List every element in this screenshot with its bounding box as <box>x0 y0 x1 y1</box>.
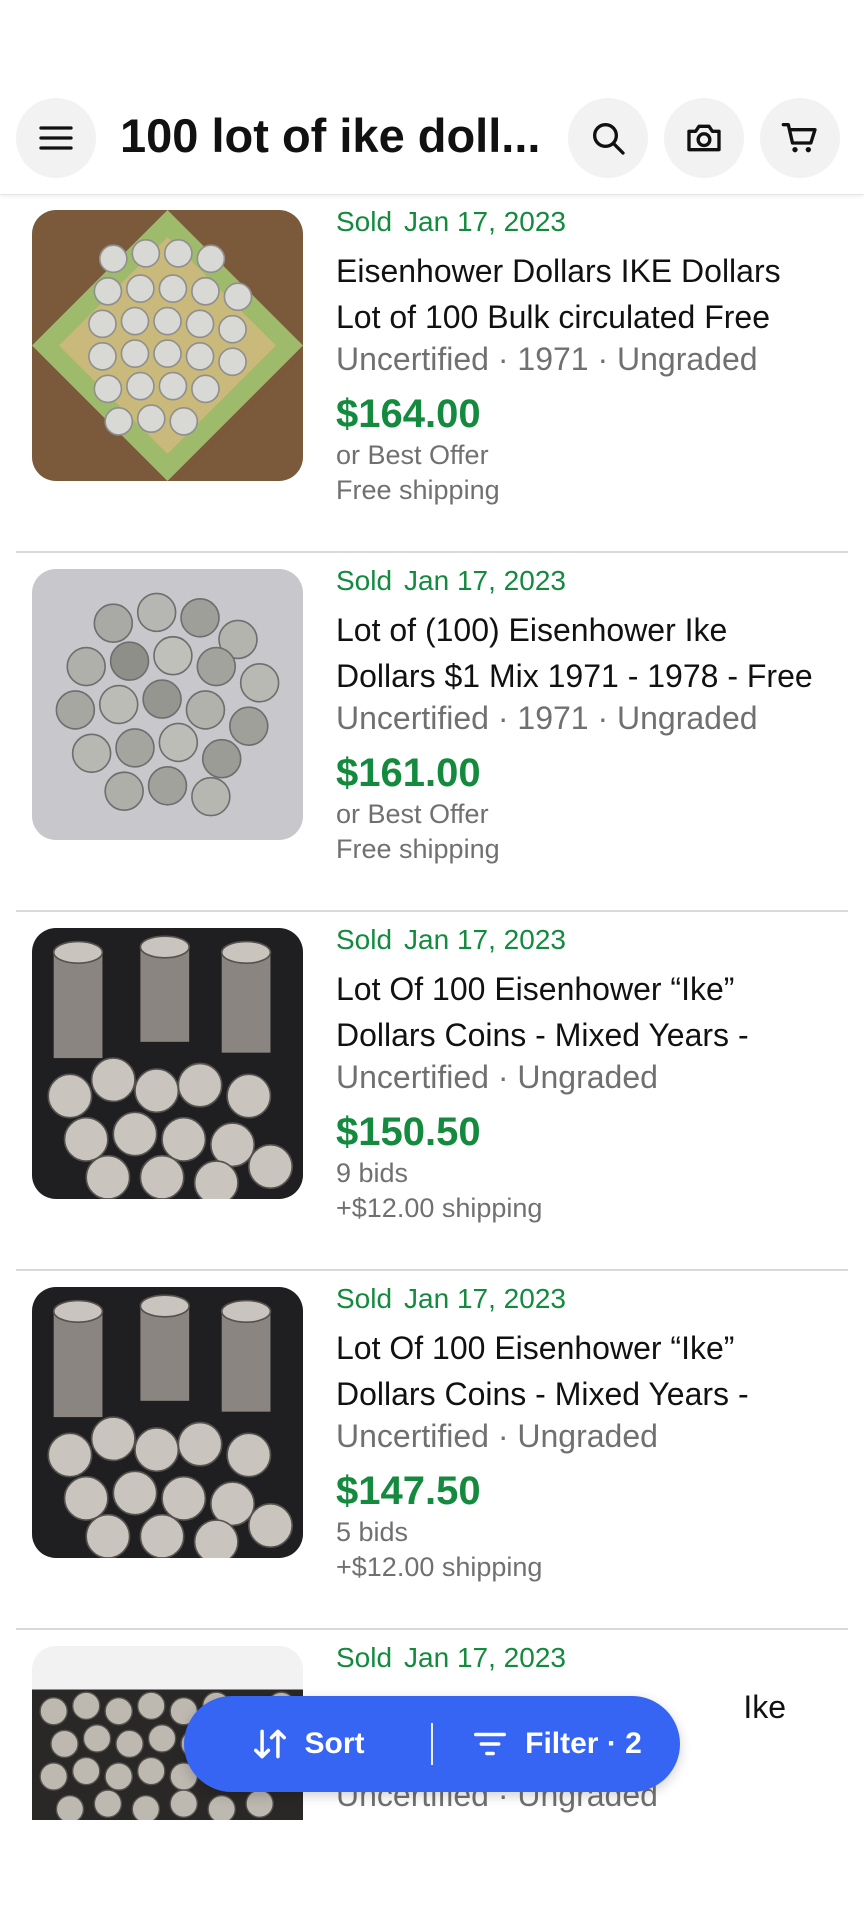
camera-search-button[interactable] <box>664 98 744 178</box>
sold-label: Sold <box>336 565 393 596</box>
filter-button[interactable]: Filter · 2 <box>433 1696 680 1792</box>
listing-title[interactable]: Lot Of 100 Eisenhower “Ike” Dollars Coin… <box>336 966 846 1058</box>
camera-icon <box>687 124 721 152</box>
sold-status: Sold Jan 17, 2023 <box>336 206 846 242</box>
listing-title[interactable]: Eisenhower Dollars IKE Dollars Lot of 10… <box>336 248 846 340</box>
listing-title-line2: Lot of 100 Bulk circulated Free <box>336 299 771 335</box>
listing-title-line2: Dollars $1 Mix 1971 - 1978 - Free <box>336 658 813 694</box>
listing-bids: 9 bids <box>336 1158 409 1188</box>
listing-item[interactable]: Sold Jan 17, 2023 Lot Of 100 Eisenhower “… <box>0 1271 864 1630</box>
search-icon <box>593 123 625 155</box>
listing-shipping: Free shipping <box>336 475 500 505</box>
sold-date: Jan 17, 2023 <box>404 565 566 596</box>
listing-title[interactable]: Lot of (100) Eisenhower Ike Dollars $1 M… <box>336 607 846 699</box>
listing-title-line1: Eisenhower Dollars IKE Dollars <box>336 253 781 289</box>
listing-bids: 5 bids <box>336 1517 409 1547</box>
listing-thumbnail[interactable] <box>32 210 303 481</box>
sold-date: Jan 17, 2023 <box>404 206 566 237</box>
coin-photo-icon <box>32 928 303 1199</box>
sold-label: Sold <box>336 206 393 237</box>
listing-meta: Uncertified · Ungraded <box>336 1059 658 1095</box>
listing-title-line1: Lot Of 100 Eisenhower “Ike” <box>336 971 735 1007</box>
sold-status: Sold Jan 17, 2023 <box>336 1283 846 1319</box>
listing-offer-info: or Best Offer <box>336 799 489 829</box>
cart-icon <box>781 123 817 153</box>
filter-label: Filter · 2 <box>525 1727 642 1760</box>
divider <box>431 1723 433 1765</box>
listing-shipping: +$12.00 shipping <box>336 1193 543 1223</box>
sold-status: Sold Jan 17, 2023 <box>336 1642 846 1678</box>
coin-photo-icon <box>32 1287 303 1558</box>
listing-title-line1: Lot Of 100 Eisenhower “Ike” <box>336 1330 735 1366</box>
listing-price: $147.50 <box>336 1469 481 1513</box>
listing-info: Sold Jan 17, 2023 Eisenhower Dollars IKE … <box>336 206 846 508</box>
listing-meta: Uncertified · 1971 · Ungraded <box>336 700 758 736</box>
listing-item[interactable]: Sold Jan 17, 2023 Eisenhower Dollars IKE … <box>0 194 864 553</box>
search-query-title[interactable]: 100 lot of ike doll... <box>120 104 550 168</box>
listing-offer-info: or Best Offer <box>336 440 489 470</box>
listing-shipping: Free shipping <box>336 834 500 864</box>
sort-filter-bar: Sort Filter · 2 <box>184 1696 680 1792</box>
listing-meta: Uncertified · 1971 · Ungraded <box>336 341 758 377</box>
listing-thumbnail[interactable] <box>32 569 303 840</box>
listing-shipping: +$12.00 shipping <box>336 1552 543 1582</box>
sold-label: Sold <box>336 924 393 955</box>
sold-date: Jan 17, 2023 <box>404 924 566 955</box>
listing-title[interactable]: Lot Of 100 Eisenhower “Ike” Dollars Coin… <box>336 1325 846 1417</box>
sold-date: Jan 17, 2023 <box>404 1642 566 1673</box>
listing-price: $164.00 <box>336 392 481 436</box>
sort-label: Sort <box>304 1727 365 1760</box>
sold-date: Jan 17, 2023 <box>404 1283 566 1314</box>
search-button[interactable] <box>568 98 648 178</box>
listing-item[interactable]: Sold Jan 17, 2023 Lot Of 100 Eisenhower “… <box>0 912 864 1271</box>
listing-info: Sold Jan 17, 2023 Lot Of 100 Eisenhower “… <box>336 1283 846 1585</box>
listing-thumbnail[interactable] <box>32 1287 303 1558</box>
menu-button[interactable] <box>16 98 96 178</box>
listing-title-line1: Lot of (100) Eisenhower Ike <box>336 612 728 648</box>
sold-label: Sold <box>336 1283 393 1314</box>
search-header: 100 lot of ike doll... <box>0 0 864 195</box>
coin-photo-icon <box>32 569 303 840</box>
results-list: Sold Jan 17, 2023 Eisenhower Dollars IKE … <box>0 194 864 1850</box>
cart-button[interactable] <box>760 98 840 178</box>
listing-thumbnail[interactable] <box>32 928 303 1199</box>
sold-status: Sold Jan 17, 2023 <box>336 924 846 960</box>
listing-price: $161.00 <box>336 751 481 795</box>
listing-info: Sold Jan 17, 2023 Lot of (100) Eisenhower… <box>336 565 846 867</box>
filter-icon <box>474 1732 507 1756</box>
menu-icon <box>39 126 73 150</box>
sort-arrows-icon <box>253 1729 286 1759</box>
listing-price: $150.50 <box>336 1110 481 1154</box>
listing-info: Sold Jan 17, 2023 Lot Of 100 Eisenhower “… <box>336 924 846 1226</box>
coin-photo-icon <box>32 210 303 481</box>
listing-title-line2: Dollars Coins - Mixed Years - <box>336 1017 749 1053</box>
listing-meta: Uncertified · Ungraded <box>336 1418 658 1454</box>
listing-item[interactable]: Sold Jan 17, 2023 Lot of (100) Eisenhower… <box>0 553 864 912</box>
sold-label: Sold <box>336 1642 393 1673</box>
listing-title-line2: Dollars Coins - Mixed Years - <box>336 1376 749 1412</box>
sold-status: Sold Jan 17, 2023 <box>336 565 846 601</box>
sort-button[interactable]: Sort <box>184 1696 431 1792</box>
